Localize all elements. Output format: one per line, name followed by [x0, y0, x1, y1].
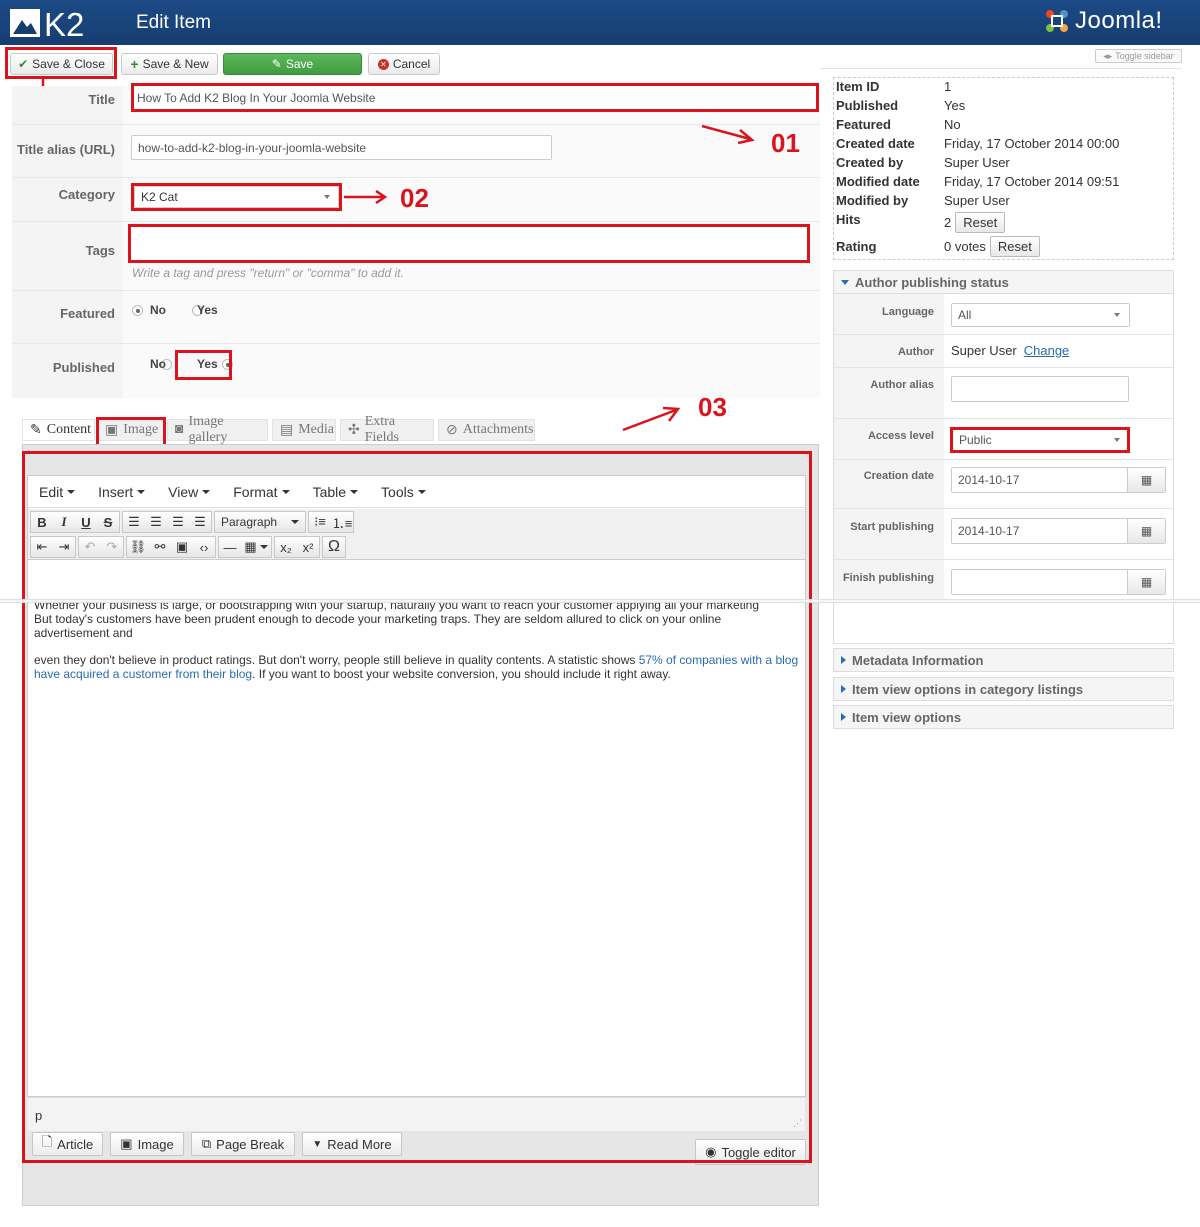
divider — [834, 559, 1173, 560]
joomla-wordmark: Joomla! — [1075, 7, 1163, 34]
annotation-01: 01 — [771, 128, 800, 158]
language-select[interactable]: All — [951, 303, 1130, 327]
cancel-icon: ✕ — [377, 58, 389, 70]
tags-label: Tags — [85, 243, 115, 258]
reset-rating-button[interactable]: Reset — [989, 235, 1040, 257]
creation-date-input[interactable]: 2014-10-17 ▦ — [951, 467, 1166, 493]
tab-extra-fields[interactable]: ✣ Extra Fields — [340, 414, 434, 445]
caret-right-icon — [841, 656, 846, 664]
puzzle-icon: ✣ — [348, 422, 360, 438]
annotation-box-access-level — [950, 427, 1130, 453]
tab-media[interactable]: ▤ Media — [272, 419, 336, 441]
publishing-label-column — [834, 294, 944, 599]
svg-text:K2: K2 — [44, 6, 84, 40]
annotation-box-published — [175, 350, 232, 380]
alias-label: Title alias (URL) — [16, 142, 115, 157]
start-publishing-input[interactable]: 2014-10-17 ▦ — [951, 518, 1166, 544]
divider — [12, 177, 820, 178]
caret-down-icon — [841, 279, 849, 285]
caret-right-icon — [841, 685, 846, 693]
tab-image-gallery[interactable]: ◙ Image gallery — [167, 414, 268, 445]
author-alias-label: Author alias — [870, 379, 934, 391]
rating-label: Rating — [836, 238, 877, 254]
item-info-list: Item ID 1 Published Yes Featured No Created… — [833, 77, 1174, 258]
start-publishing-label: Start publishing — [850, 521, 934, 533]
divider — [12, 221, 820, 222]
language-label: Language — [882, 306, 934, 318]
title-label: Title — [88, 92, 116, 107]
rating-value: 0 votes — [944, 238, 986, 254]
annotation-03: 03 — [698, 392, 727, 422]
annotation-box-tags — [128, 224, 810, 263]
divider — [834, 459, 1173, 460]
annotation-box-title — [131, 83, 819, 112]
edit-icon: ✎ — [30, 422, 42, 438]
annotation-02: 02 — [400, 183, 429, 213]
k2-logo: K2 — [10, 6, 84, 40]
tab-attachments[interactable]: ⊘ Attachments — [438, 419, 535, 441]
annotation-arrow-03 — [622, 406, 681, 432]
arrows-icon: ◂▸ — [1103, 50, 1113, 61]
item-view-options-category-header[interactable]: Item view options in category listings — [833, 677, 1174, 701]
toolbar-divider — [820, 68, 1182, 69]
divider — [834, 367, 1173, 368]
paperclip-icon: ⊘ — [446, 422, 458, 438]
item-view-options-header[interactable]: Item view options — [833, 705, 1174, 729]
published-no-label: No — [150, 357, 166, 371]
featured-yes-label: Yes — [197, 303, 218, 317]
divider — [834, 418, 1173, 419]
hits-value: 2 — [944, 215, 952, 230]
calendar-icon[interactable]: ▦ — [1127, 468, 1165, 492]
joomla-logo: Joomla! — [1043, 6, 1183, 36]
alias-input[interactable]: how-to-add-k2-blog-in-your-joomla-websit… — [131, 135, 552, 160]
save-new-button[interactable]: + Save & New — [121, 53, 218, 75]
joomla-icon — [1046, 10, 1068, 32]
cancel-button[interactable]: ✕ Cancel — [368, 53, 440, 75]
annotation-box-category — [131, 183, 342, 211]
annotation-arrow-02 — [344, 189, 388, 205]
annotation-arrow-01 — [701, 124, 755, 145]
film-icon: ▤ — [280, 422, 294, 438]
author-value: Super User — [951, 343, 1017, 358]
annotation-box-image-tab — [96, 417, 166, 447]
page-title: Edit Item — [136, 12, 211, 33]
author-value-row: Super User Change — [951, 343, 1069, 358]
divider — [834, 334, 1173, 335]
annotation-box-editor — [22, 451, 812, 1163]
author-alias-input[interactable] — [951, 376, 1129, 402]
featured-no-label: No — [150, 303, 166, 317]
toggle-sidebar-button[interactable]: ◂▸ Toggle sidebar — [1095, 49, 1182, 63]
camera-icon: ◙ — [175, 422, 184, 437]
access-level-label: Access level — [867, 430, 934, 442]
caret-right-icon — [841, 713, 846, 721]
featured-label: Featured — [60, 306, 115, 321]
save-button[interactable]: ✎ Save — [223, 53, 362, 75]
plus-icon: + — [130, 56, 139, 72]
change-author-link[interactable]: Change — [1024, 343, 1070, 358]
screenshot-seam — [0, 599, 1200, 603]
calendar-icon[interactable]: ▦ — [1127, 570, 1165, 594]
author-label: Author — [897, 346, 934, 358]
finish-publishing-input[interactable]: ▦ — [951, 569, 1166, 595]
author-publishing-status-header[interactable]: Author publishing status — [833, 270, 1174, 294]
hits-label: Hits — [836, 212, 861, 227]
reset-hits-button[interactable]: Reset — [955, 212, 1006, 233]
metadata-information-header[interactable]: Metadata Information — [833, 648, 1174, 672]
creation-date-label: Creation date — [863, 470, 934, 482]
featured-no-radio[interactable] — [132, 305, 143, 316]
chevron-down-icon — [1114, 313, 1120, 317]
divider — [12, 290, 820, 291]
published-label: Published — [52, 360, 115, 375]
annotation-box-save-close — [5, 47, 117, 79]
finish-publishing-label: Finish publishing — [842, 572, 934, 584]
divider — [12, 124, 820, 125]
tags-hint: Write a tag and press "return" or "comma… — [132, 266, 404, 280]
divider — [834, 508, 1173, 509]
divider — [12, 343, 820, 344]
edit-icon: ✎ — [271, 57, 282, 71]
calendar-icon[interactable]: ▦ — [1127, 519, 1165, 543]
category-label: Category — [58, 187, 115, 202]
tab-content[interactable]: ✎ Content — [22, 419, 95, 441]
